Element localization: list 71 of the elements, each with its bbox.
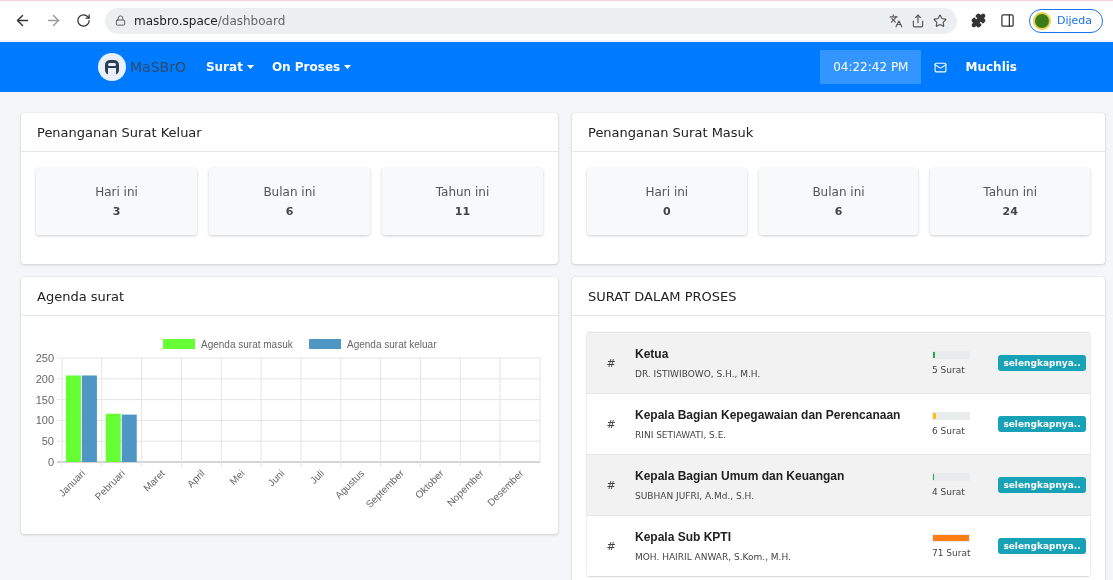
stat-value: 24 — [1002, 205, 1018, 218]
mail-icon[interactable] — [934, 60, 948, 74]
card-title: Agenda surat — [21, 277, 558, 316]
card-title: SURAT DALAM PROSES — [572, 277, 1105, 316]
stat-value: 6 — [834, 205, 843, 218]
caret-icon — [344, 65, 352, 69]
person-name: SUBHAN JUFRI, A.Md., S.H. — [635, 491, 755, 501]
nav-menu[interactable]: On Proses — [271, 60, 352, 74]
nav-menu[interactable]: Surat — [205, 60, 254, 74]
position-title: Kepala Sub KPTI — [635, 530, 733, 544]
stat-label: Hari ini — [645, 185, 689, 199]
stat-value: 6 — [285, 205, 294, 218]
stat-label: Hari ini — [95, 185, 138, 199]
axis-tick-label: 100 — [35, 414, 54, 427]
reload-icon[interactable] — [76, 13, 91, 28]
person-name: MOH. HAIRIL ANWAR, S.Kom., M.H. — [635, 552, 792, 562]
user-name[interactable]: Muchlis — [965, 60, 1017, 74]
stat-label: Bulan ini — [812, 185, 865, 199]
letter-count: 4 Surat — [932, 487, 966, 497]
position-title: Kepala Bagian Umum dan Keuangan — [635, 469, 846, 483]
legend-swatch — [309, 339, 341, 349]
lock-icon — [115, 15, 126, 26]
address-bar[interactable]: masbro.space/dashboard — [105, 7, 957, 34]
translate-icon[interactable] — [888, 13, 903, 28]
letter-count: 5 Surat — [932, 365, 966, 375]
letter-count: 71 Surat — [932, 548, 972, 558]
clock: 04:22:42 PM — [820, 50, 922, 84]
details-link[interactable]: selengkapnya.. — [998, 538, 1086, 554]
row-marker: # — [606, 417, 616, 431]
row-marker: # — [606, 539, 616, 553]
sidebar-icon[interactable] — [999, 13, 1015, 28]
details-link[interactable]: selengkapnya.. — [998, 416, 1086, 432]
stat-value: 11 — [454, 205, 471, 218]
axis-tick-label: Juni — [265, 467, 287, 489]
legend-label: Agenda surat masuk — [201, 339, 293, 350]
axis-tick-label: Mei — [227, 467, 247, 487]
card-title: Penanganan Surat Masuk — [572, 113, 1105, 152]
row-marker: # — [606, 356, 616, 370]
stat-value: 3 — [112, 205, 121, 218]
axis-tick-label: 50 — [41, 435, 54, 448]
axis-tick-label: Juli — [307, 467, 327, 487]
card-title: Penanganan Surat Keluar — [21, 113, 558, 152]
brand-name[interactable]: MaSBrO — [130, 59, 186, 75]
row-marker: # — [606, 478, 616, 492]
details-link[interactable]: selengkapnya.. — [998, 477, 1086, 493]
details-link[interactable]: selengkapnya.. — [998, 355, 1086, 371]
caret-icon — [246, 65, 254, 69]
puzzle-icon[interactable] — [970, 13, 986, 28]
stat-label: Tahun ini — [983, 185, 1037, 199]
position-title: Ketua — [635, 347, 670, 361]
position-title: Kepala Bagian Kepegawaian dan Perencanaan — [635, 408, 902, 422]
legend-label: Agenda surat keluar — [347, 339, 437, 350]
person-name: DR. ISTIWIBOWO, S.H., M.H. — [635, 369, 762, 379]
letter-count: 6 Surat — [932, 426, 966, 436]
avatar-icon — [1032, 11, 1051, 30]
forward-icon[interactable] — [45, 12, 62, 29]
axis-tick-label: 250 — [35, 352, 54, 364]
logo-icon — [98, 53, 126, 81]
stat-label: Bulan ini — [263, 185, 316, 199]
stat-value: 0 — [663, 205, 671, 218]
chart-bar — [121, 414, 137, 462]
back-icon[interactable] — [14, 12, 31, 29]
axis-tick-label: 200 — [35, 372, 54, 385]
chart-bar — [105, 413, 121, 462]
stat-label: Tahun ini — [435, 185, 490, 199]
legend-swatch — [163, 339, 195, 349]
axis-tick-label: 0 — [47, 456, 54, 468]
axis-tick-label: 150 — [35, 393, 54, 406]
star-icon[interactable] — [932, 13, 947, 28]
person-name: RINI SETIAWATI, S.E. — [635, 430, 728, 440]
share-icon[interactable] — [910, 13, 925, 28]
